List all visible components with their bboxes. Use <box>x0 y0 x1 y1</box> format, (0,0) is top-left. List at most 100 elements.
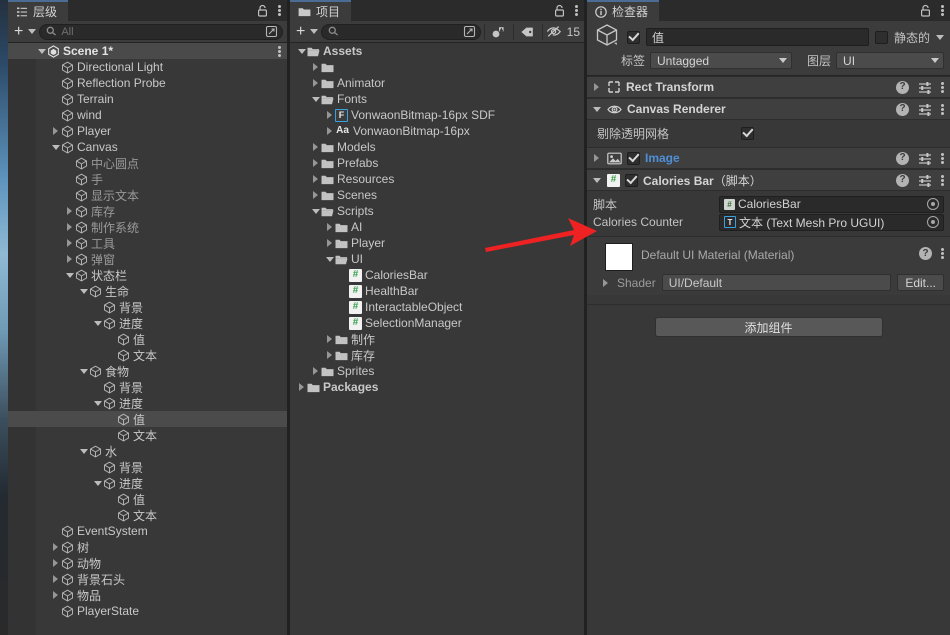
material-menu-icon[interactable] <box>941 247 944 260</box>
lock-icon[interactable] <box>920 4 931 17</box>
foldout-arrow-icon[interactable] <box>324 335 335 343</box>
hierarchy-item-row[interactable]: Canvas <box>8 139 287 155</box>
hierarchy-item-row[interactable]: 库存 <box>8 203 287 219</box>
project-item-row[interactable]: Prefabs <box>290 155 584 171</box>
foldout-arrow-icon[interactable] <box>50 575 61 583</box>
hierarchy-item-row[interactable]: wind <box>8 107 287 123</box>
project-item-row[interactable]: Player <box>290 235 584 251</box>
foldout-arrow-icon[interactable] <box>310 63 321 71</box>
foldout-arrow-icon[interactable] <box>64 273 75 278</box>
hierarchy-item-row[interactable]: 文本 <box>8 347 287 363</box>
hierarchy-tree[interactable]: Scene 1* Directional Light Reflection Prob… <box>8 43 287 635</box>
preset-icon[interactable] <box>918 174 932 187</box>
help-icon[interactable]: ? <box>896 151 909 165</box>
search-scope-icon[interactable] <box>265 25 278 38</box>
create-asset-button[interactable]: + <box>294 23 307 40</box>
project-item-row[interactable]: 制作 <box>290 331 584 347</box>
project-item-row[interactable]: Packages <box>290 379 584 395</box>
project-item-row[interactable]: 库存 <box>290 347 584 363</box>
component-header-rect-transform[interactable]: Rect Transform ? <box>587 76 950 98</box>
project-item-row[interactable]: # HealthBar <box>290 283 584 299</box>
hierarchy-item-row[interactable]: 手 <box>8 171 287 187</box>
hierarchy-menu-icon[interactable] <box>278 4 281 17</box>
object-picker-icon[interactable] <box>927 216 939 228</box>
tag-dropdown[interactable]: Untagged <box>650 52 793 69</box>
component-header-canvas-renderer[interactable]: Canvas Renderer ? <box>587 98 950 120</box>
foldout-arrow-icon[interactable] <box>324 111 335 119</box>
foldout-arrow-icon[interactable] <box>324 239 335 247</box>
create-gameobject-button[interactable]: + <box>12 23 25 40</box>
hierarchy-item-row[interactable]: 进度 <box>8 395 287 411</box>
project-item-row[interactable]: Resources <box>290 171 584 187</box>
foldout-arrow-icon[interactable] <box>36 49 47 54</box>
foldout-arrow-icon[interactable] <box>92 401 103 406</box>
edit-shader-button[interactable]: Edit... <box>897 274 944 291</box>
hierarchy-search-input[interactable]: All <box>39 23 283 40</box>
image-enabled-checkbox[interactable] <box>627 151 640 165</box>
hierarchy-item-row[interactable]: PlayerState <box>8 603 287 619</box>
foldout-arrow-icon[interactable] <box>591 83 602 91</box>
help-icon[interactable]: ? <box>896 173 909 187</box>
hierarchy-item-row[interactable]: 背景 <box>8 299 287 315</box>
hierarchy-item-row[interactable]: Player <box>8 123 287 139</box>
foldout-arrow-icon[interactable] <box>50 145 61 150</box>
create-asset-dropdown-icon[interactable] <box>310 29 319 34</box>
hierarchy-item-row[interactable]: Directional Light <box>8 59 287 75</box>
cull-transparent-mesh-checkbox[interactable] <box>741 126 754 140</box>
hierarchy-item-row[interactable]: 中心圆点 <box>8 155 287 171</box>
foldout-arrow-icon[interactable] <box>64 239 75 247</box>
script-object-field[interactable]: # CaloriesBar <box>719 195 944 213</box>
filter-by-type-icon[interactable] <box>488 22 510 42</box>
foldout-arrow-icon[interactable] <box>64 207 75 215</box>
foldout-arrow-icon[interactable] <box>92 481 103 486</box>
foldout-arrow-icon[interactable] <box>310 159 321 167</box>
hierarchy-item-row[interactable]: 进度 <box>8 475 287 491</box>
project-item-row[interactable] <box>290 59 584 75</box>
hierarchy-item-row[interactable]: Terrain <box>8 91 287 107</box>
project-item-row[interactable]: UI <box>290 251 584 267</box>
calories-bar-enabled-checkbox[interactable] <box>625 173 638 187</box>
preset-icon[interactable] <box>918 81 932 94</box>
foldout-arrow-icon[interactable] <box>92 321 103 326</box>
hierarchy-item-row[interactable]: 文本 <box>8 427 287 443</box>
lock-icon[interactable] <box>257 4 268 17</box>
project-item-row[interactable]: Models <box>290 139 584 155</box>
hierarchy-item-row[interactable]: 背景 <box>8 379 287 395</box>
foldout-arrow-icon[interactable] <box>324 351 335 359</box>
search-scope-icon[interactable] <box>463 25 476 38</box>
project-item-row[interactable]: # InteractableObject <box>290 299 584 315</box>
foldout-arrow-icon[interactable] <box>50 591 61 599</box>
filter-by-label-icon[interactable] <box>517 22 539 42</box>
preset-icon[interactable] <box>918 103 932 116</box>
foldout-arrow-icon[interactable] <box>78 369 89 374</box>
component-menu-icon[interactable] <box>941 81 944 94</box>
foldout-arrow-icon[interactable] <box>78 289 89 294</box>
tab-project[interactable]: 项目 <box>290 0 352 21</box>
foldout-arrow-icon[interactable] <box>324 127 335 135</box>
hierarchy-item-row[interactable]: 值 <box>8 491 287 507</box>
gameobject-enabled-checkbox[interactable] <box>627 30 640 44</box>
foldout-arrow-icon[interactable] <box>64 223 75 231</box>
foldout-arrow-icon[interactable] <box>50 543 61 551</box>
project-search-input[interactable] <box>321 23 481 40</box>
inspector-menu-icon[interactable] <box>941 4 944 17</box>
foldout-arrow-icon[interactable] <box>591 154 602 162</box>
project-item-row[interactable]: # CaloriesBar <box>290 267 584 283</box>
hierarchy-item-row[interactable]: 进度 <box>8 315 287 331</box>
create-dropdown-icon[interactable] <box>28 29 37 34</box>
hierarchy-item-row[interactable]: 树 <box>8 539 287 555</box>
foldout-arrow-icon[interactable] <box>296 383 307 391</box>
foldout-arrow-icon[interactable] <box>310 143 321 151</box>
project-tree[interactable]: Assets Animator Fonts F VonwaonBitmap-16px S… <box>290 43 584 635</box>
preset-icon[interactable] <box>918 152 932 165</box>
foldout-arrow-icon[interactable] <box>310 209 321 214</box>
hierarchy-item-row[interactable]: 显示文本 <box>8 187 287 203</box>
tab-inspector[interactable]: 检查器 <box>587 0 660 21</box>
project-item-row[interactable]: F VonwaonBitmap-16px SDF <box>290 107 584 123</box>
hierarchy-item-row[interactable]: 制作系统 <box>8 219 287 235</box>
calories-counter-object-field[interactable]: T 文本 (Text Mesh Pro UGUI) <box>719 213 944 231</box>
foldout-arrow-icon[interactable] <box>324 257 335 262</box>
project-item-row[interactable]: Assets <box>290 43 584 59</box>
foldout-arrow-icon[interactable] <box>310 175 321 183</box>
hierarchy-item-row[interactable]: 背景石头 <box>8 571 287 587</box>
